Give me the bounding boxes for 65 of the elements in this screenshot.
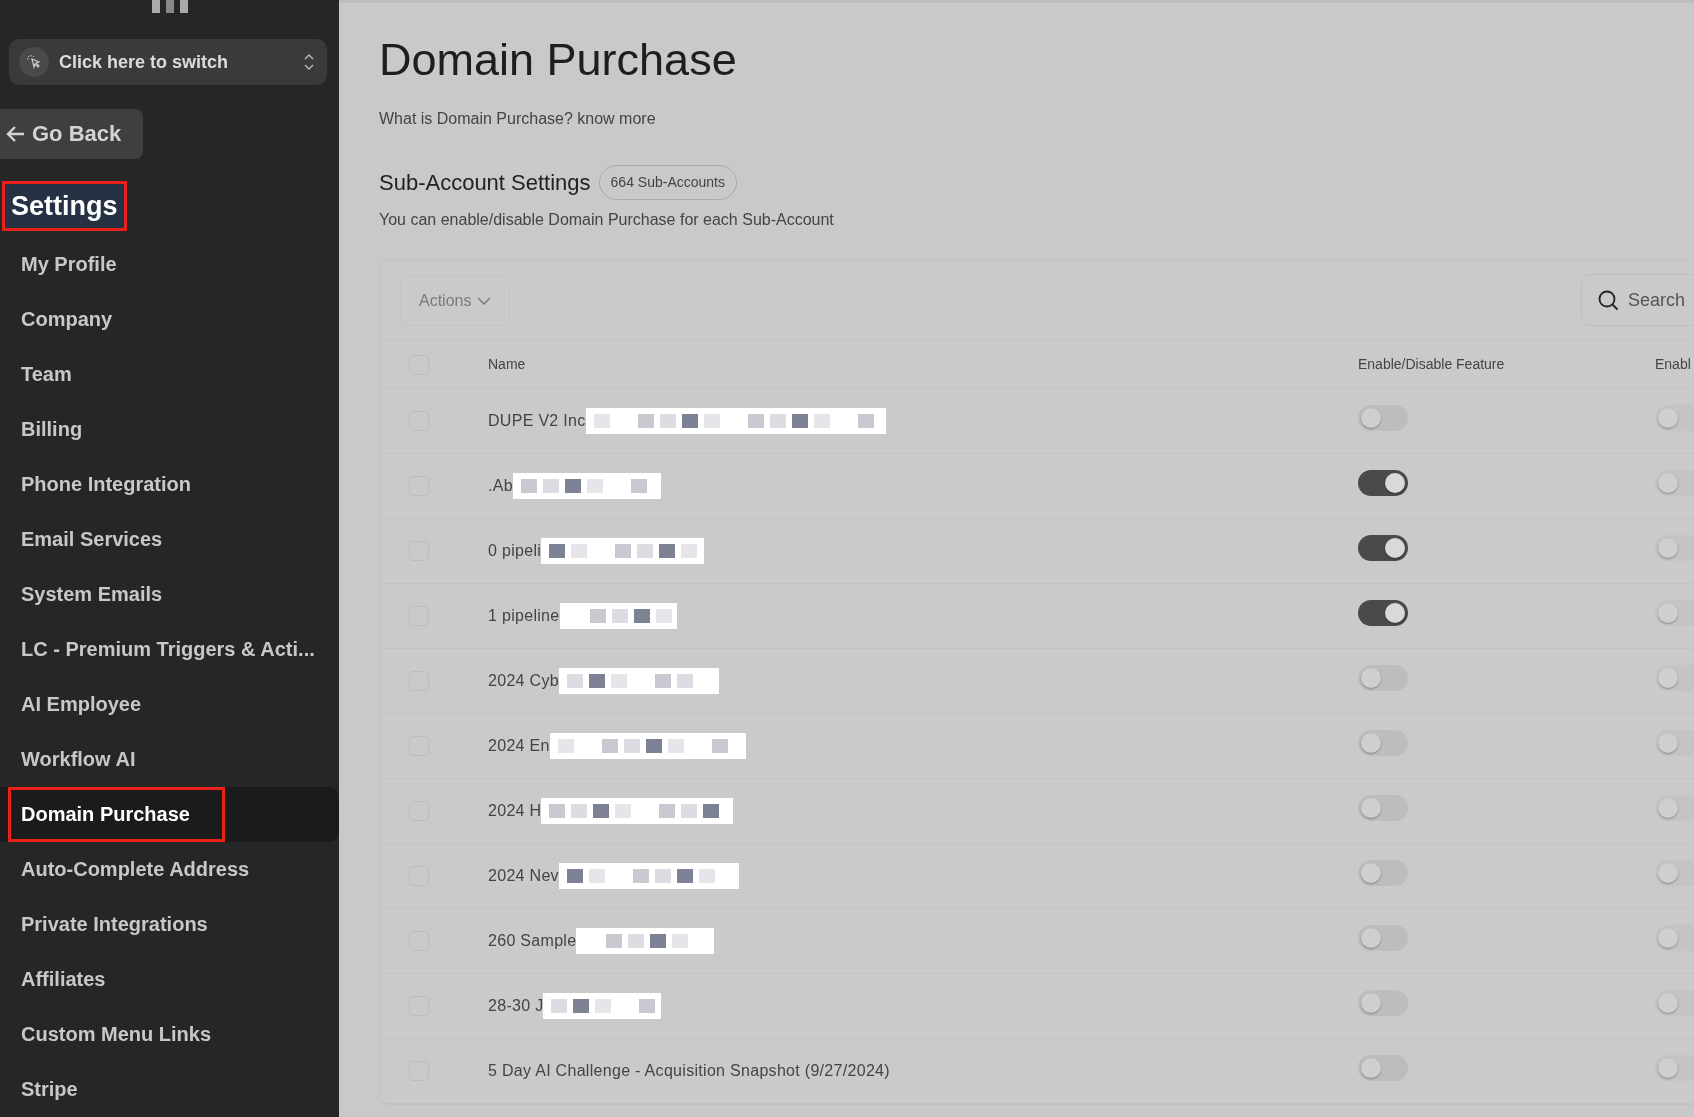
sidebar-item[interactable]: Workflow AI bbox=[0, 732, 339, 787]
toggle-switch[interactable] bbox=[1655, 664, 1694, 691]
sidebar-item[interactable]: Domain Purchase bbox=[0, 787, 339, 842]
toggle-switch[interactable] bbox=[1358, 729, 1408, 756]
sidebar-item[interactable]: Billing bbox=[0, 402, 339, 457]
sidebar-item[interactable]: AI Employee bbox=[0, 677, 339, 732]
sub-account-name: 28-30 J bbox=[488, 996, 544, 1016]
toggle-switch[interactable] bbox=[1655, 469, 1694, 496]
toggle-switch[interactable] bbox=[1358, 599, 1408, 626]
page-subtitle: What is Domain Purchase? know more bbox=[379, 109, 657, 129]
sidebar-item[interactable]: Custom Menu Links bbox=[0, 1007, 339, 1062]
column-header: Enabl bbox=[1655, 355, 1692, 374]
sidebar-item[interactable]: Auto-Complete Address bbox=[0, 842, 339, 897]
sidebar-item[interactable]: Company bbox=[0, 292, 339, 347]
column-header: Name bbox=[488, 355, 527, 374]
arrow-left-icon bbox=[6, 124, 26, 143]
toggle-switch[interactable] bbox=[1358, 664, 1408, 691]
toggle-switch[interactable] bbox=[1655, 924, 1694, 951]
toggle-switch[interactable] bbox=[1655, 989, 1694, 1016]
sidebar-item[interactable]: Phone Integration bbox=[0, 457, 339, 512]
sub-account-name: 2024 Cyb bbox=[488, 671, 559, 691]
sub-account-name: DUPE V2 Inc bbox=[488, 411, 586, 431]
sidebar-item[interactable]: My Profile bbox=[0, 237, 339, 292]
toggle-switch[interactable] bbox=[1358, 859, 1408, 886]
toggle-switch[interactable] bbox=[1358, 794, 1408, 821]
chevron-down-icon bbox=[477, 295, 492, 306]
toggle-switch[interactable] bbox=[1655, 404, 1694, 431]
sub-account-name: 5 Day AI Challenge - Acquisition Snapshot (9/27/2024) bbox=[488, 1061, 890, 1081]
page-title: Domain Purchase bbox=[379, 33, 738, 87]
toggle-switch[interactable] bbox=[1358, 404, 1408, 431]
toggle-switch[interactable] bbox=[1655, 599, 1694, 626]
toggle-switch[interactable] bbox=[1358, 1054, 1408, 1081]
section-note: You can enable/disable Domain Purchase for each Sub-Account bbox=[379, 210, 835, 230]
search-icon bbox=[1597, 289, 1619, 311]
search-field[interactable]: Search bbox=[1581, 274, 1694, 326]
logo-icon bbox=[151, 0, 188, 14]
back-button[interactable]: Go Back bbox=[0, 109, 143, 159]
toggle-switch[interactable] bbox=[1655, 1054, 1694, 1081]
sidebar-item[interactable]: System Emails bbox=[0, 567, 339, 622]
sub-account-name: .Ab bbox=[488, 476, 513, 496]
toggle-switch[interactable] bbox=[1358, 989, 1408, 1016]
toggle-switch[interactable] bbox=[1655, 859, 1694, 886]
sidebar-item[interactable]: LC - Premium Triggers & Acti... bbox=[0, 622, 339, 677]
account-switcher[interactable]: Click here to switch bbox=[9, 39, 327, 86]
toggle-switch[interactable] bbox=[1655, 534, 1694, 561]
sub-account-name: 2024 Nev bbox=[488, 866, 559, 886]
sidebar-item[interactable]: Affiliates bbox=[0, 952, 339, 1007]
sub-account-name: 1 pipeline bbox=[488, 606, 560, 626]
settings-heading: Settings bbox=[2, 180, 127, 231]
toggle-switch[interactable] bbox=[1358, 469, 1408, 496]
sub-account-name: 2024 En bbox=[488, 736, 550, 756]
column-header: Enable/Disable Feature bbox=[1358, 355, 1506, 374]
sub-account-name: 2024 H bbox=[488, 801, 542, 821]
sidebar-item[interactable]: Team bbox=[0, 347, 339, 402]
sidebar-item[interactable]: Email Services bbox=[0, 512, 339, 567]
toggle-switch[interactable] bbox=[1358, 924, 1408, 951]
sub-account-name: 0 pipeli bbox=[488, 541, 542, 561]
sub-account-name: 260 Sample bbox=[488, 931, 577, 951]
section-title: Sub-Account Settings bbox=[379, 169, 591, 197]
toggle-switch[interactable] bbox=[1655, 794, 1694, 821]
sidebar-item[interactable]: Private Integrations bbox=[0, 897, 339, 952]
toggle-switch[interactable] bbox=[1655, 729, 1694, 756]
sidebar-item[interactable]: Stripe bbox=[0, 1062, 339, 1117]
pointer-icon bbox=[19, 47, 49, 78]
toggle-switch[interactable] bbox=[1358, 534, 1408, 561]
